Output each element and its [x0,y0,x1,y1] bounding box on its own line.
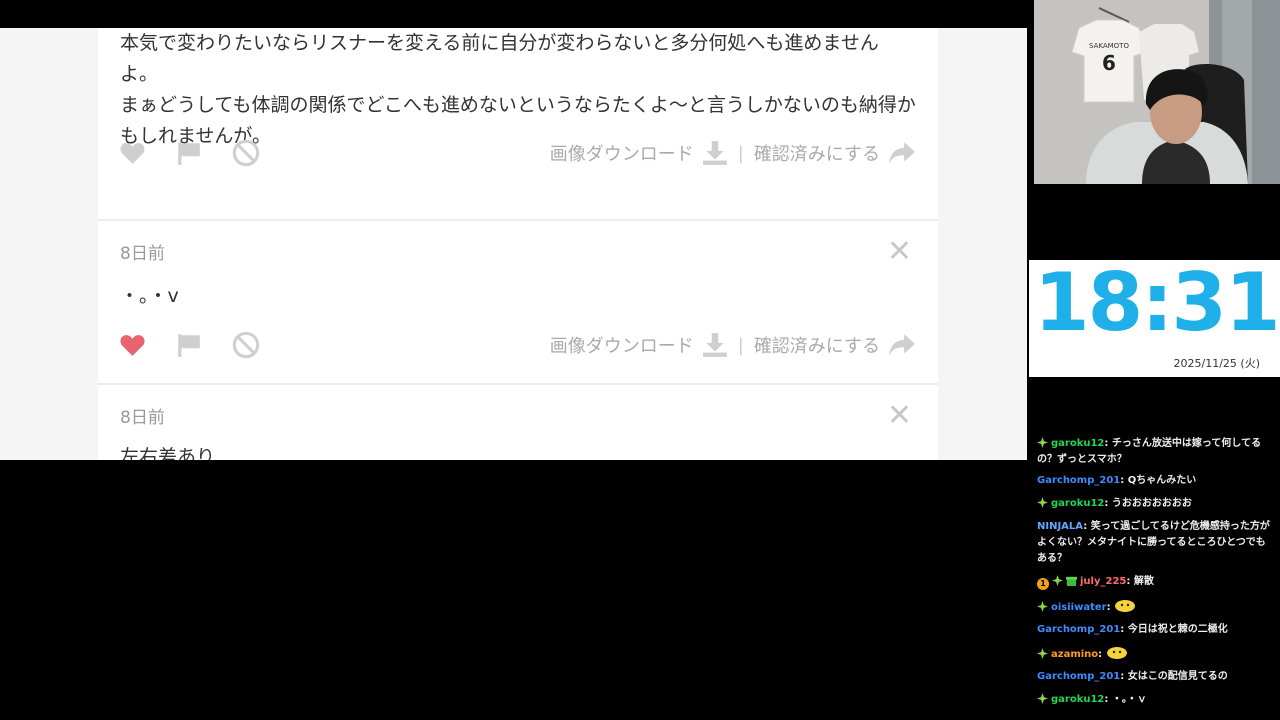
chat-message: Garchomp_201: 今日は祝と棘の二極化 [1037,624,1228,635]
sub-badge-icon: 1 [1037,578,1049,590]
confirm-button[interactable]: 確認済みにする [754,140,880,166]
sparkle-badge-icon [1037,693,1048,704]
share-arrow-icon[interactable] [888,333,916,357]
chat-username[interactable]: july_225 [1080,576,1126,587]
message-body: ・。・v [120,285,179,307]
chat-username[interactable]: Garchomp_201 [1037,475,1120,486]
download-button[interactable]: 画像ダウンロード [550,332,694,358]
right-actions: 画像ダウンロード | 確認済みにする [550,332,916,358]
flag-icon[interactable] [175,139,203,167]
chat-message: NINJALA: 笑って過ごしてるけど危機感持った方がよくない？メタナイトに勝っ… [1037,521,1270,564]
chat-username[interactable]: NINJALA [1037,521,1083,532]
block-icon[interactable] [232,331,260,359]
message-card: 8日前 ✕ 左右差あり 【S】 [98,385,938,460]
clock-widget: 18:31 2025/11/25 (火) [1029,260,1280,377]
close-icon[interactable]: ✕ [887,237,912,267]
emote-icon [1115,600,1136,612]
chat-username[interactable]: garoku12 [1051,694,1104,705]
chat-text: 女はこの配信見てるの [1127,671,1228,682]
clock-date: 2025/11/25 (火) [1173,357,1260,370]
webcam-feed: SAKAMOTO 6 [1034,0,1280,184]
sparkle-badge-icon [1037,497,1048,508]
chat-username[interactable]: garoku12 [1051,498,1104,509]
sparkle-badge-icon [1037,601,1048,612]
chat-message: garoku12: うおおおおおおお [1037,496,1274,512]
chat-text: 今日は祝と棘の二極化 [1127,624,1228,635]
message-body: 本気で変わりたいならリスナーを変える前に自分が変わらないと多分何処へも進めません… [120,32,916,147]
chat-username[interactable]: azamino [1051,649,1098,660]
chat-panel: garoku12: チっさん放送中は嫁って何してるの？ずっとスマホ？ Garch… [1029,436,1280,720]
separator: | [737,142,744,164]
download-button[interactable]: 画像ダウンロード [550,140,694,166]
heart-icon[interactable] [118,331,146,359]
message-card: 本気で変わりたいならリスナーを変える前に自分が変わらないと多分何処へも進めません… [98,28,938,221]
message-feed: 本気で変わりたいならリスナーを変える前に自分が変わらないと多分何処へも進めません… [98,28,938,460]
gift-badge-icon [1066,576,1077,586]
confirm-button[interactable]: 確認済みにする [754,332,880,358]
action-bar: 画像ダウンロード | 確認済みにする [118,137,916,169]
chat-username[interactable]: garoku12 [1051,438,1104,449]
chat-message: Garchomp_201: 女はこの配信見てるの [1037,671,1228,682]
chat-text: ・。・ｖ [1111,694,1147,705]
block-icon[interactable] [232,139,260,167]
sparkle-badge-icon [1037,648,1048,659]
chat-message: oisiiwater: [1037,598,1274,616]
right-actions: 画像ダウンロード | 確認済みにする [550,140,916,166]
clock-time: 18:31 [1034,260,1280,349]
action-bar: 画像ダウンロード | 確認済みにする [118,329,916,361]
sparkle-badge-icon [1052,575,1063,586]
chat-text: うおおおおおおお [1111,498,1192,509]
heart-icon[interactable] [118,139,146,167]
emote-icon [1106,647,1127,659]
jersey-number: 6 [1102,51,1116,75]
download-icon[interactable] [702,140,728,166]
separator: | [737,334,744,356]
browser-capture: 本気で変わりたいならリスナーを変える前に自分が変わらないと多分何処へも進めません… [0,28,1027,460]
chat-text: Qちゃんみたい [1127,475,1197,486]
jersey-name: SAKAMOTO [1089,42,1129,50]
chat-username[interactable]: Garchomp_201 [1037,671,1120,682]
chat-text: 解散 [1133,576,1154,587]
message-age: 8日前 [120,408,165,428]
chat-message: Garchomp_201: Qちゃんみたい [1037,475,1197,486]
close-icon[interactable]: ✕ [887,401,912,431]
message-body: 左右差あり 【S】 [120,446,216,460]
message-age: 8日前 [120,244,165,264]
message-card: 8日前 ✕ ・。・v 画像ダウンロード | 確認済みにする [98,221,938,385]
chat-username[interactable]: Garchomp_201 [1037,624,1120,635]
chat-username[interactable]: oisiiwater [1051,602,1107,613]
download-icon[interactable] [702,332,728,358]
chat-message: garoku12: ・。・ｖ [1037,692,1274,708]
chat-message: garoku12: チっさん放送中は嫁って何してるの？ずっとスマホ？ [1037,437,1262,465]
flag-icon[interactable] [175,331,203,359]
chat-message: 1 july_225: 解散 [1037,574,1274,590]
share-arrow-icon[interactable] [888,141,916,165]
chat-message: azamino: [1037,645,1274,663]
sparkle-badge-icon [1037,437,1048,448]
